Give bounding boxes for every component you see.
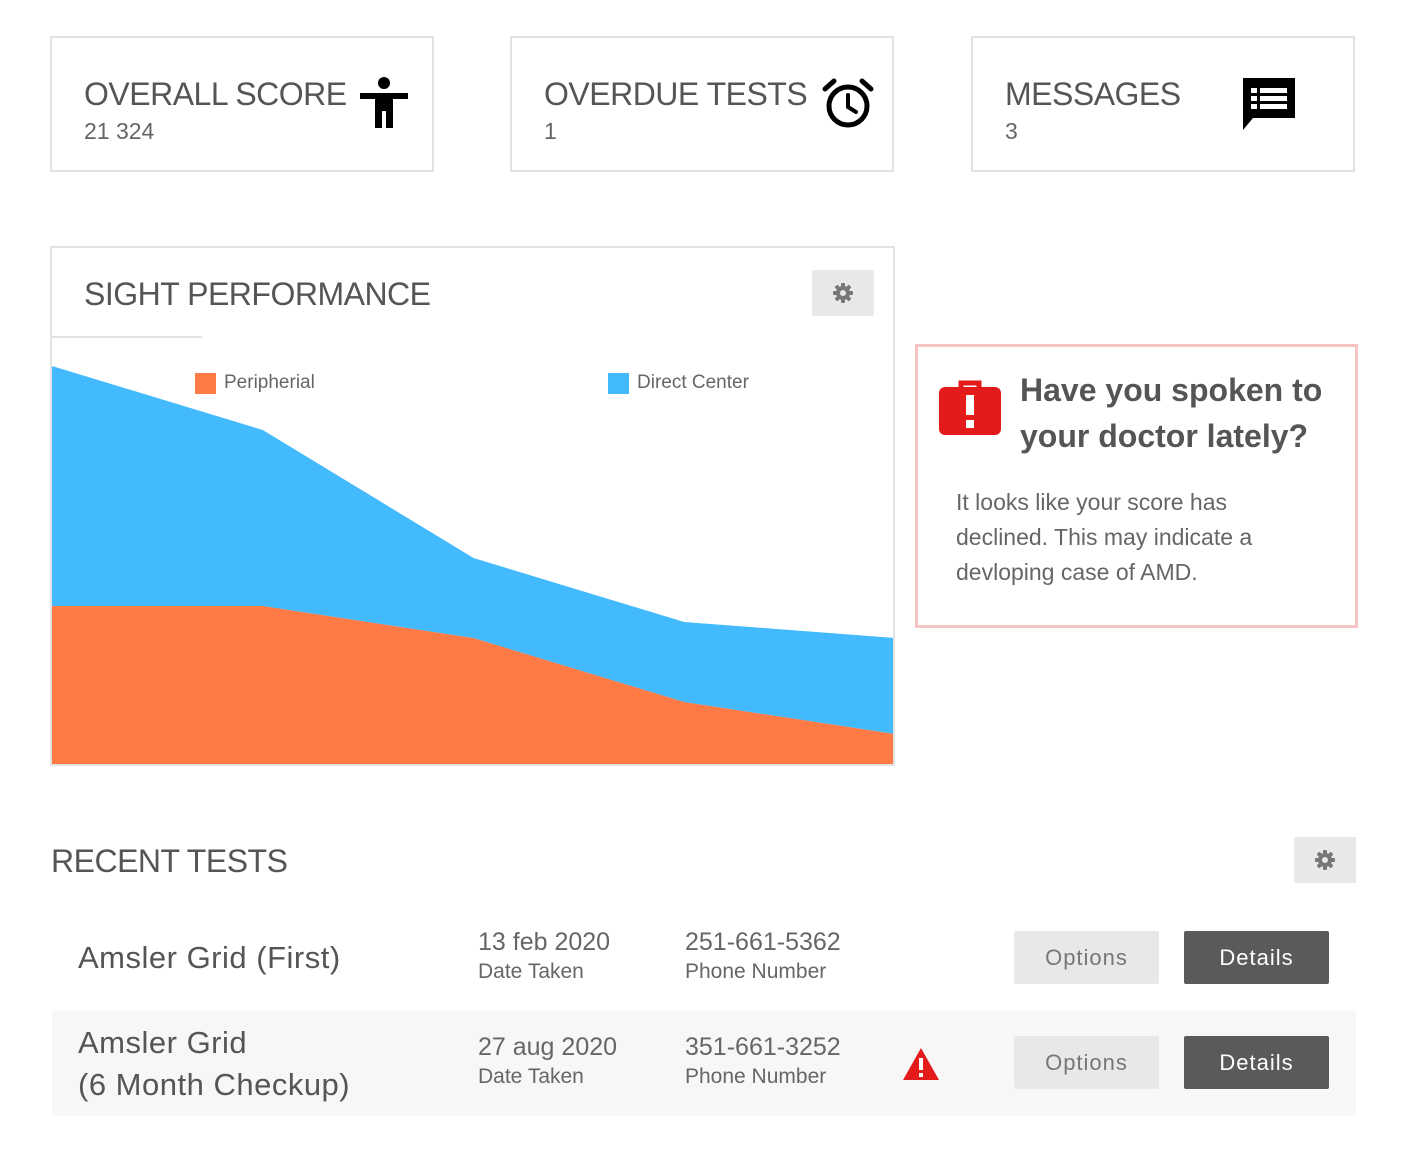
details-button[interactable]: Details <box>1184 1036 1329 1089</box>
doctor-alert: Have you spoken to your doctor lately? I… <box>915 344 1358 628</box>
title-divider <box>52 336 202 338</box>
overall-score-title: OVERALL SCORE <box>84 76 347 112</box>
accessibility-person-icon <box>360 77 408 128</box>
chart-settings-button[interactable] <box>812 270 874 316</box>
alarm-clock-icon <box>822 78 874 128</box>
date-label: Date Taken <box>478 1065 584 1088</box>
overall-score-card[interactable]: OVERALL SCORE 21 324 <box>50 36 434 172</box>
chart-title: SIGHT PERFORMANCE <box>84 276 431 312</box>
alert-title: Have you spoken to your doctor lately? <box>1020 372 1323 454</box>
test-name-line2: (6 Month Checkup) <box>78 1067 351 1102</box>
legend-label: Direct Center <box>637 372 749 393</box>
options-button[interactable]: Options <box>1014 1036 1159 1089</box>
phone-label: Phone Number <box>685 1065 827 1088</box>
overdue-tests-value: 1 <box>544 118 557 144</box>
legend-swatch <box>608 372 629 394</box>
date-label: Date Taken <box>478 960 584 983</box>
test-phone: 251-661-5362 <box>685 928 841 956</box>
options-button[interactable]: Options <box>1014 931 1159 984</box>
test-name: Amsler Grid (6 Month Checkup) <box>78 1022 350 1106</box>
overall-score-value: 21 324 <box>84 118 155 144</box>
briefcase-alert-icon <box>939 380 1001 435</box>
messages-title: MESSAGES <box>1005 76 1181 112</box>
legend-swatch <box>195 372 216 394</box>
test-row: Amsler Grid (First) 13 feb 2020 Date Tak… <box>52 906 1356 1011</box>
legend-label: Peripherial <box>224 372 315 393</box>
sight-performance-panel: SIGHT PERFORMANCE Peripherial Direct Cen… <box>50 246 895 766</box>
test-date: 27 aug 2020 <box>478 1033 618 1061</box>
recent-tests-title: RECENT TESTS <box>51 843 288 879</box>
test-name-line1: Amsler Grid <box>78 1025 248 1060</box>
test-date: 13 feb 2020 <box>478 928 611 956</box>
phone-label: Phone Number <box>685 960 827 983</box>
gear-icon <box>1315 850 1335 870</box>
gear-icon <box>833 283 853 303</box>
test-row: Amsler Grid (6 Month Checkup) 27 aug 202… <box>52 1011 1356 1116</box>
legend-item-direct-center: Direct Center <box>608 372 749 394</box>
recent-tests-settings-button[interactable] <box>1294 837 1356 883</box>
test-phone: 351-661-3252 <box>685 1033 841 1061</box>
message-list-icon <box>1243 78 1295 130</box>
warning-triangle-icon <box>903 1048 939 1080</box>
overdue-tests-card[interactable]: OVERDUE TESTS 1 <box>510 36 894 172</box>
alert-body: It looks like your score has declined. T… <box>956 489 1253 585</box>
details-button[interactable]: Details <box>1184 931 1329 984</box>
overdue-tests-title: OVERDUE TESTS <box>544 76 808 112</box>
messages-value: 3 <box>1005 118 1018 144</box>
legend-item-peripherial: Peripherial <box>195 372 315 394</box>
sight-performance-chart <box>52 366 893 764</box>
messages-card[interactable]: MESSAGES 3 <box>971 36 1355 172</box>
test-name: Amsler Grid (First) <box>78 940 341 975</box>
